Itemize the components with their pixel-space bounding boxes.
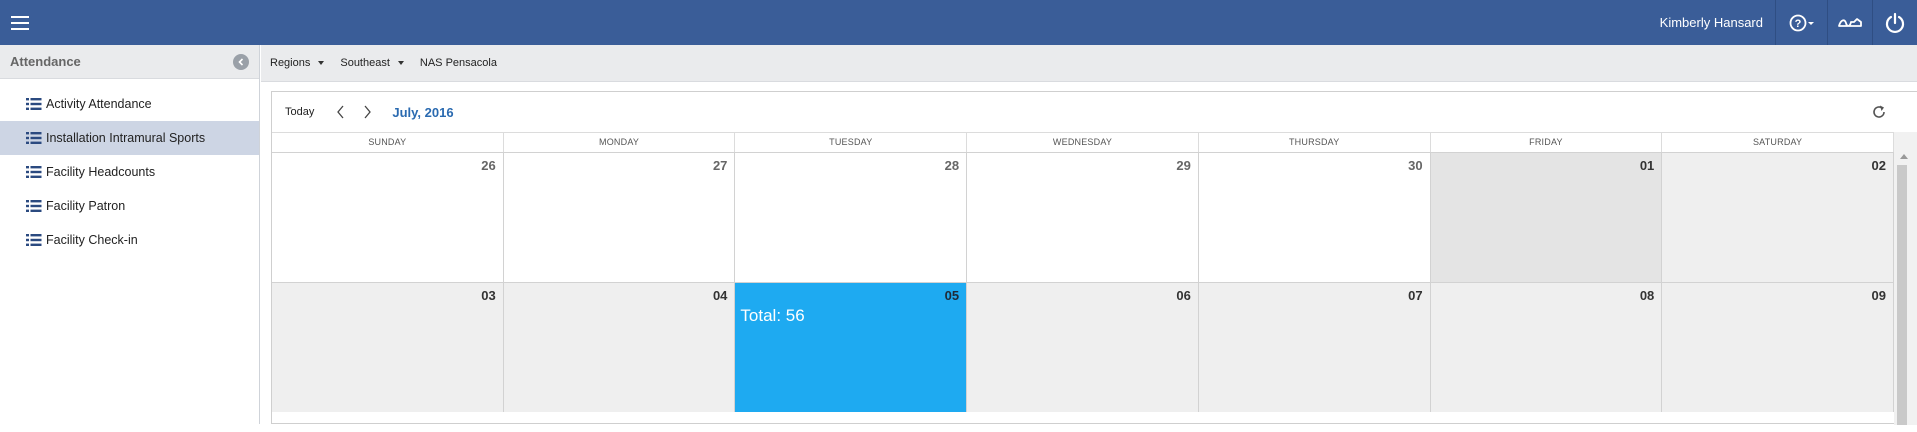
scroll-thumb[interactable] bbox=[1897, 165, 1907, 425]
day-number: 27 bbox=[712, 158, 728, 173]
day-number: 06 bbox=[1176, 288, 1191, 303]
day-number: 28 bbox=[944, 158, 960, 173]
next-month-button[interactable] bbox=[360, 105, 374, 119]
day-cell[interactable]: 30 bbox=[1198, 152, 1431, 282]
chevron-right-icon bbox=[364, 105, 372, 119]
caret-down-icon bbox=[397, 61, 404, 65]
help-button[interactable]: ? bbox=[1775, 0, 1827, 45]
day-number: 02 bbox=[1871, 158, 1886, 173]
day-header: THURSDAY bbox=[1199, 133, 1431, 152]
sidebar-item-facility-check-in[interactable]: Facility Check-in bbox=[0, 223, 259, 257]
sidebar-title: Attendance bbox=[10, 54, 81, 69]
caret-down-icon bbox=[318, 61, 325, 65]
list-icon bbox=[26, 132, 42, 144]
day-cell[interactable]: 26 bbox=[272, 152, 504, 282]
day-number: 07 bbox=[1408, 288, 1423, 303]
day-cell[interactable]: 04 bbox=[503, 282, 736, 412]
day-cell[interactable]: 29 bbox=[967, 152, 1199, 282]
menu-icon[interactable] bbox=[0, 0, 40, 45]
day-cell[interactable]: 09 bbox=[1662, 282, 1894, 412]
day-number: 30 bbox=[1408, 158, 1423, 173]
day-number: 29 bbox=[1176, 158, 1191, 173]
sidebar-item-activity-attendance[interactable]: Activity Attendance bbox=[0, 87, 259, 121]
breadcrumb-southeast-dropdown[interactable]: Southeast bbox=[340, 57, 404, 69]
calendar: Today July, 2016 SUNDAY MONDAY TUESDAY W… bbox=[271, 91, 1917, 425]
svg-text:?: ? bbox=[1794, 18, 1801, 30]
day-number: 01 bbox=[1639, 158, 1655, 173]
day-number: 09 bbox=[1871, 288, 1886, 303]
day-cell[interactable]: 28 bbox=[735, 152, 968, 282]
logout-button[interactable] bbox=[1872, 0, 1917, 45]
day-number: 03 bbox=[481, 288, 496, 303]
breadcrumb-label: Regions bbox=[270, 57, 311, 69]
signature-button[interactable] bbox=[1827, 0, 1872, 45]
list-icon bbox=[26, 166, 42, 178]
breadcrumb-label: NAS Pensacola bbox=[419, 57, 497, 69]
help-icon: ? bbox=[1789, 14, 1814, 31]
day-cell-with-event[interactable]: 05 Total: 56 bbox=[735, 282, 968, 412]
sidebar-item-label: Installation Intramural Sports bbox=[46, 131, 206, 145]
day-cell[interactable]: 06 bbox=[967, 282, 1199, 412]
today-button[interactable]: Today bbox=[285, 106, 314, 118]
day-header: SATURDAY bbox=[1662, 133, 1894, 152]
sidebar-item-label: Facility Headcounts bbox=[46, 165, 156, 179]
day-number: 26 bbox=[481, 158, 496, 173]
sidebar-item-installation-intramural-sports[interactable]: Installation Intramural Sports bbox=[0, 121, 259, 155]
scroll-up-icon[interactable] bbox=[1900, 154, 1908, 159]
day-cell[interactable]: 07 bbox=[1198, 282, 1431, 412]
power-icon bbox=[1885, 12, 1905, 33]
calendar-grid: 26 27 28 29 30 01 02 03 04 05 Total: 56 … bbox=[272, 152, 1894, 432]
list-icon bbox=[26, 200, 42, 212]
sidebar-item-label: Facility Patron bbox=[46, 199, 126, 213]
collapse-sidebar-button[interactable] bbox=[233, 53, 249, 70]
sidebar-item-facility-patron[interactable]: Facility Patron bbox=[0, 189, 259, 223]
day-header: SUNDAY bbox=[272, 133, 504, 152]
day-header: WEDNESDAY bbox=[967, 133, 1199, 152]
sidebar: Attendance Activity Attendance Installat… bbox=[0, 45, 260, 424]
sidebar-item-label: Activity Attendance bbox=[46, 97, 152, 111]
chevron-left-icon bbox=[238, 57, 244, 66]
day-cell[interactable]: 02 bbox=[1662, 152, 1894, 282]
refresh-icon bbox=[1873, 105, 1885, 118]
day-number: 08 bbox=[1639, 288, 1655, 303]
sidebar-header: Attendance bbox=[0, 45, 259, 79]
breadcrumb-regions-dropdown[interactable]: Regions bbox=[270, 57, 325, 69]
month-title: July, 2016 bbox=[392, 104, 454, 120]
list-icon bbox=[26, 234, 42, 246]
breadcrumb-nas-pensacola[interactable]: NAS Pensacola bbox=[420, 57, 497, 69]
top-bar: Kimberly Hansard ? bbox=[0, 0, 1917, 45]
day-header: FRIDAY bbox=[1431, 133, 1663, 152]
calendar-scrollbar[interactable] bbox=[1894, 132, 1917, 425]
day-number: 04 bbox=[712, 288, 728, 303]
sidebar-item-label: Facility Check-in bbox=[46, 233, 138, 247]
day-cell[interactable]: 27 bbox=[503, 152, 736, 282]
day-headers: SUNDAY MONDAY TUESDAY WEDNESDAY THURSDAY… bbox=[272, 132, 1894, 152]
previous-month-button[interactable] bbox=[334, 105, 348, 119]
sidebar-item-facility-headcounts[interactable]: Facility Headcounts bbox=[0, 155, 259, 189]
list-icon bbox=[26, 98, 42, 110]
refresh-button[interactable] bbox=[1871, 104, 1887, 120]
day-header: TUESDAY bbox=[735, 133, 968, 152]
chevron-left-icon bbox=[337, 105, 344, 119]
day-header: MONDAY bbox=[504, 133, 736, 152]
day-cell[interactable]: 03 bbox=[272, 282, 504, 412]
user-name[interactable]: Kimberly Hansard bbox=[1648, 0, 1775, 45]
day-cell[interactable]: 08 bbox=[1430, 282, 1663, 412]
day-cell[interactable]: 01 bbox=[1430, 152, 1663, 282]
signature-icon bbox=[1838, 17, 1862, 27]
calendar-toolbar: Today July, 2016 bbox=[272, 92, 1917, 132]
breadcrumb-label: Southeast bbox=[340, 57, 390, 69]
event-total[interactable]: Total: 56 bbox=[740, 306, 804, 326]
breadcrumb: Regions Southeast NAS Pensacola bbox=[261, 45, 1917, 82]
day-number: 05 bbox=[944, 288, 960, 303]
